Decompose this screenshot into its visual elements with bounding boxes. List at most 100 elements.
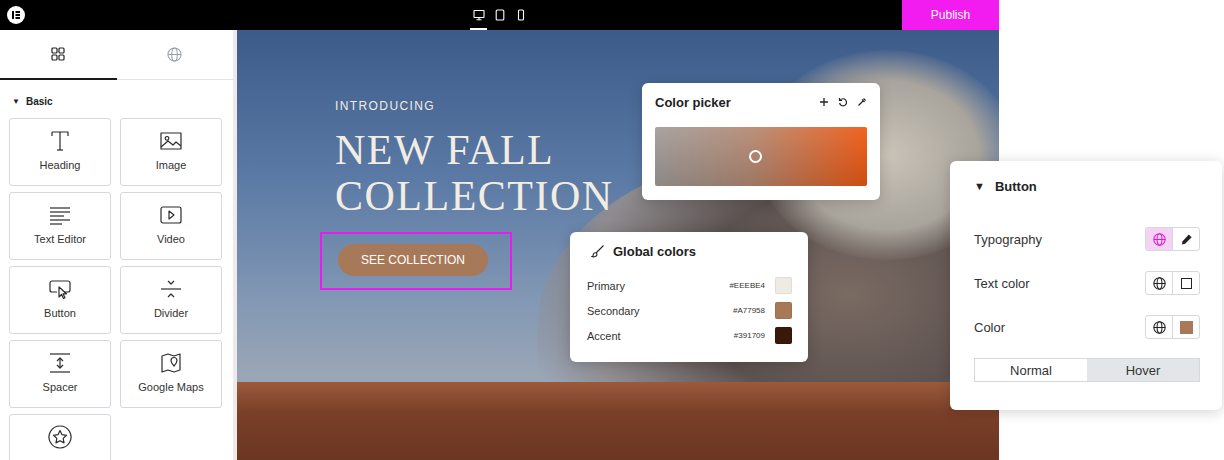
hero-headline[interactable]: NEW FALLCOLLECTION [335,127,614,219]
top-bar: Publish [0,0,999,30]
color-picker-title: Color picker [655,95,731,110]
collapse-toggle[interactable]: ▼ [12,96,20,108]
tablet-device[interactable] [491,0,508,30]
editor-frame: Publish ▼ Basic Heading Image Text Editor Vide… [0,0,999,460]
empty-swatch [1181,278,1192,289]
elementor-editor: Publish ▼ Basic Heading Image Text Editor Vide… [0,0,1224,460]
video-icon [158,202,184,228]
image-icon [158,128,184,154]
global-button[interactable] [1146,228,1172,250]
control-label: Text color [974,276,1030,291]
global-color-row[interactable]: Secondary#A77958 [587,298,792,323]
desktop-device[interactable] [470,0,487,30]
global-color-row[interactable]: Accent#391709 [587,323,792,348]
color-hex: #391709 [734,331,765,340]
global-colors-popup: Global colorsPrimary#EEEBE4Secondary#A77… [570,232,808,362]
mobile-device[interactable] [512,0,529,30]
widget-label: Heading [40,159,81,172]
widget-card[interactable]: Button [9,266,111,334]
widget-grid: Heading Image Text Editor Video Button Divide… [0,118,233,460]
divider-icon [158,276,184,302]
value-button[interactable] [1172,316,1199,338]
pencil-icon [1180,233,1193,246]
eyedropper-icon[interactable] [857,97,867,107]
basic-section-header[interactable]: ▼ Basic [0,80,233,118]
globe-icon [167,47,182,62]
collapse-toggle[interactable]: ▼ [974,180,985,192]
color-name: Secondary [587,305,733,317]
global-button[interactable] [1146,272,1172,294]
state-tab[interactable]: Hover [1087,359,1199,381]
color-name: Primary [587,280,729,292]
color-marker[interactable] [749,150,762,163]
device-switcher [470,0,529,30]
widget-card[interactable]: Spacer [9,340,111,408]
tablet-icon [494,9,506,21]
color-swatch[interactable] [775,277,792,294]
globals-tab[interactable] [117,30,234,80]
globe-icon [1153,321,1166,334]
color-gradient-area[interactable] [655,127,867,186]
globe-icon [1153,233,1166,246]
selected-widget-outline: SEE COLLECTION [320,232,512,290]
maps-icon [158,350,184,376]
color-swatch[interactable] [775,327,792,344]
widget-label: Text Editor [34,233,86,246]
value-button[interactable] [1172,228,1199,250]
color-swatch[interactable] [775,302,792,319]
global-colors-title: Global colors [613,244,696,259]
widget-label: Google Maps [138,381,203,394]
star-icon [47,424,73,450]
widget-card[interactable]: Image [120,118,222,186]
button-section-header[interactable]: ▼ Button [974,177,1200,195]
globe-icon [1153,277,1166,290]
widget-card[interactable] [9,414,111,460]
widget-panel: ▼ Basic Heading Image Text Editor Video Button… [0,30,237,460]
state-tab[interactable]: Normal [975,359,1087,381]
widget-label: Button [44,307,76,320]
spacer-icon [47,350,73,376]
elementor-logo-icon[interactable] [7,6,25,24]
button-section-title: Button [995,179,1037,194]
control-buttons [1145,271,1200,295]
global-color-row[interactable]: Primary#EEEBE4 [587,273,792,298]
color-picker-popup: Color picker [642,83,880,200]
publish-button[interactable]: Publish [902,0,999,30]
widget-card[interactable]: Video [120,192,222,260]
control-buttons [1145,227,1200,251]
desktop-icon [473,9,485,21]
widget-label: Image [156,159,187,172]
widget-label: Video [157,233,185,246]
state-switcher: NormalHover [974,358,1200,382]
section-title: Basic [26,96,53,108]
mobile-icon [515,9,527,21]
see-collection-button[interactable]: SEE COLLECTION [338,244,488,276]
color-hex: #A77958 [733,306,765,315]
grid-icon [51,47,65,61]
plus-icon[interactable] [819,97,829,107]
style-control-row: Typography [974,217,1200,261]
style-control-row: Color [974,305,1200,349]
widget-label: Divider [154,307,188,320]
widget-card[interactable]: Heading [9,118,111,186]
control-label: Color [974,320,1005,335]
brush-icon [591,244,605,258]
control-buttons [1145,315,1200,339]
control-label: Typography [974,232,1042,247]
color-swatch [1180,321,1193,334]
global-button[interactable] [1146,316,1172,338]
text-editor-icon [47,202,73,228]
widget-label: Spacer [43,381,78,394]
color-hex: #EEEBE4 [729,281,765,290]
widget-card[interactable]: Text Editor [9,192,111,260]
button-style-panel: ▼ Button Typography Text color Color NormalHo… [950,161,1222,410]
button-icon [47,276,73,302]
panel-tabs [0,30,233,80]
eyebrow-text[interactable]: INTRODUCING [335,99,435,113]
widget-card[interactable]: Divider [120,266,222,334]
reset-icon[interactable] [838,97,848,107]
style-control-row: Text color [974,261,1200,305]
widget-card[interactable]: Google Maps [120,340,222,408]
value-button[interactable] [1172,272,1199,294]
widgets-tab[interactable] [0,30,117,80]
